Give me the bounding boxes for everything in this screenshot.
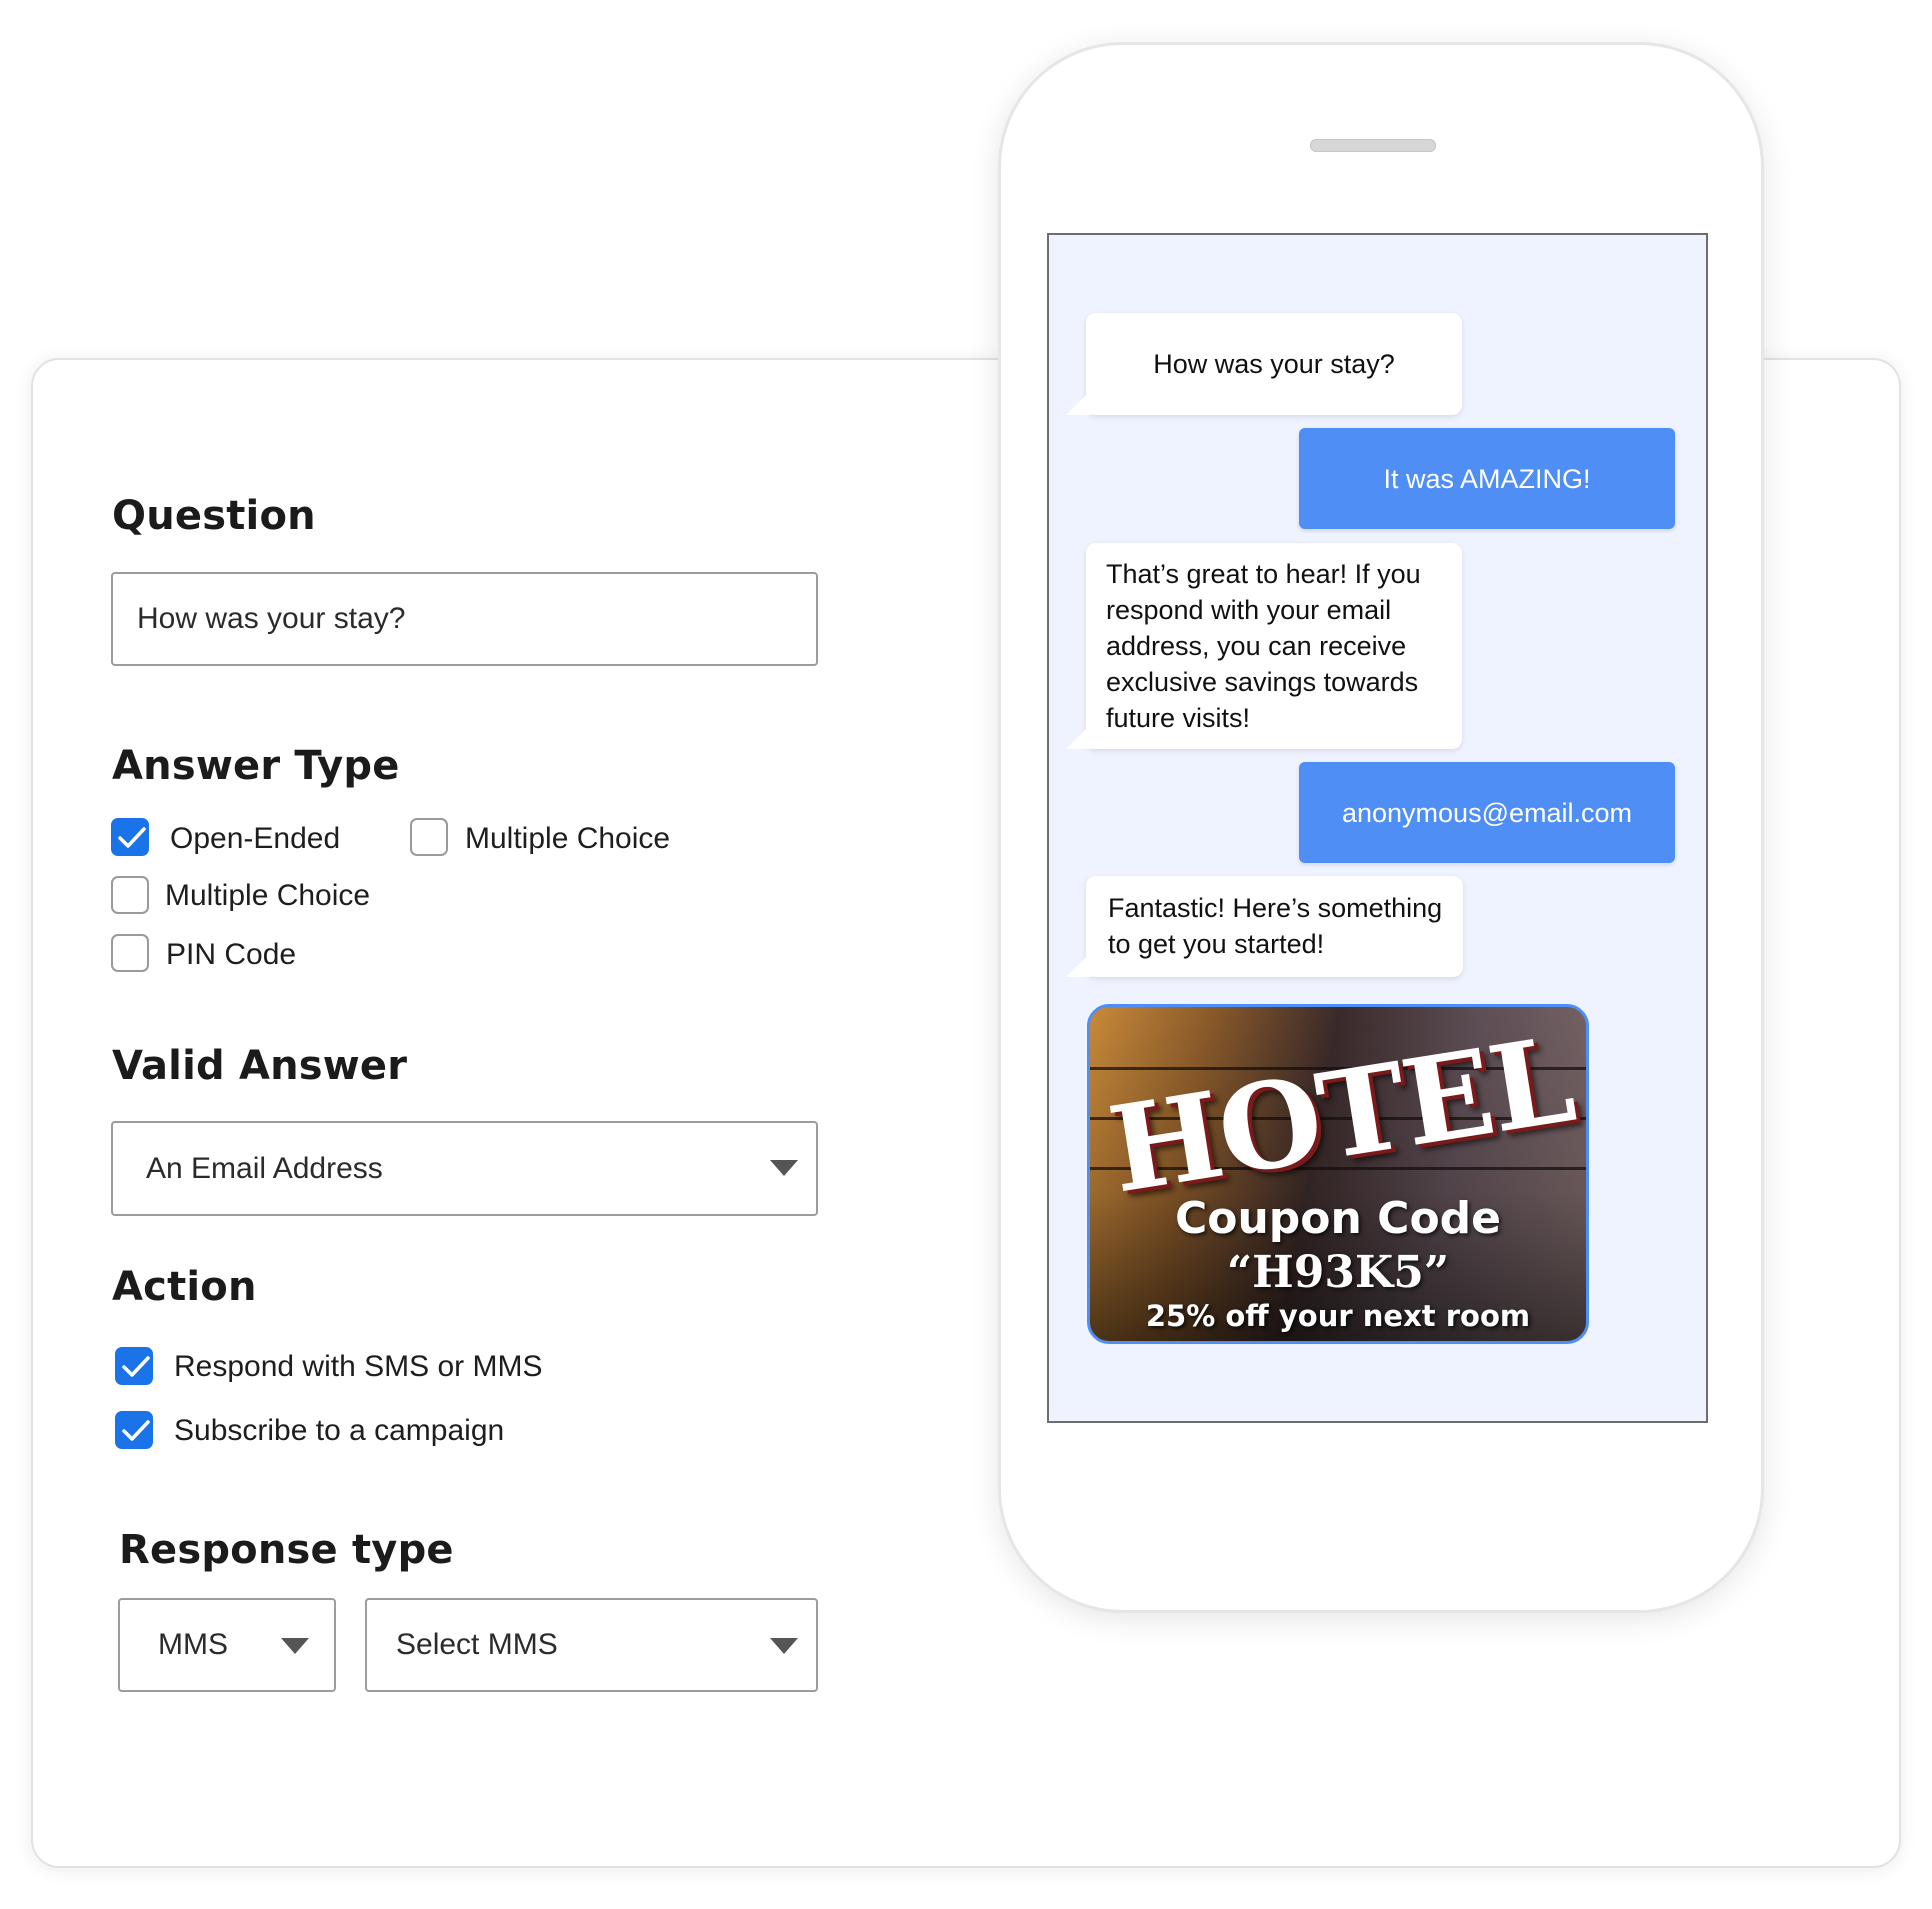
coupon-offer: 25% off your next room [1145,1299,1531,1333]
chat-message-text: That’s great to hear! If you respond wit… [1106,559,1421,733]
checkbox-pin-code[interactable] [111,934,149,972]
question-input[interactable]: How was your stay? [111,572,818,666]
phone-speaker [1310,139,1436,152]
chat-bubble-incoming: Fantastic! Here’s something to get you s… [1066,876,1463,977]
checkmark-icon [118,827,146,848]
chat-bubble-outgoing: It was AMAZING! [1299,428,1675,529]
valid-answer-select[interactable]: An Email Address [111,1121,818,1216]
checkbox-label-pin-code: PIN Code [166,938,297,971]
checkbox-multiple-choice-1[interactable] [410,818,448,856]
checkbox-subscribe-campaign[interactable] [115,1411,153,1449]
checkbox-label-open-ended: Open-Ended [170,822,341,855]
checkbox-respond-sms-mms[interactable] [115,1347,153,1385]
response-type-value: MMS [158,1628,228,1661]
chevron-down-icon [770,1160,798,1176]
chat-message-text: How was your stay? [1153,349,1395,379]
chat-bubble-outgoing: anonymous@email.com [1299,762,1675,863]
checkbox-label-subscribe-campaign: Subscribe to a campaign [174,1414,505,1447]
answer-type-heading: Answer Type [112,743,400,789]
checkmark-icon [122,1356,150,1377]
question-input-value: How was your stay? [137,602,406,635]
question-heading: Question [112,493,316,539]
checkmark-icon [122,1420,150,1441]
checkbox-label-respond-sms-mms: Respond with SMS or MMS [174,1350,543,1383]
chat-message-text: anonymous@email.com [1341,797,1633,828]
chat-message-text: It was AMAZING! [1383,463,1591,494]
chevron-down-icon [770,1638,798,1654]
coupon-code: “H93K5” [1226,1247,1450,1298]
valid-answer-heading: Valid Answer [112,1043,408,1089]
coupon-title: Coupon Code [1174,1193,1502,1244]
checkbox-label-multiple-choice-1: Multiple Choice [465,822,671,855]
coupon-image: HOTEL Coupon Code “H93K5” 25% off your n… [1087,1004,1589,1344]
checkbox-open-ended[interactable] [111,818,149,856]
valid-answer-value: An Email Address [146,1151,383,1185]
response-type-heading: Response type [119,1527,454,1573]
checkbox-label-multiple-choice-2: Multiple Choice [165,879,371,912]
chat-bubble-incoming: How was your stay? [1066,313,1462,415]
checkbox-multiple-choice-2[interactable] [111,876,149,914]
action-heading: Action [112,1264,257,1310]
chevron-down-icon [281,1638,309,1654]
select-mms-dropdown[interactable]: Select MMS [365,1598,818,1692]
select-mms-value: Select MMS [396,1628,558,1661]
chat-message-text: Fantastic! Here’s something to get you s… [1108,893,1443,959]
chat-bubble-incoming: That’s great to hear! If you respond wit… [1066,543,1462,749]
hotel-sign: HOTEL [1100,1009,1582,1220]
